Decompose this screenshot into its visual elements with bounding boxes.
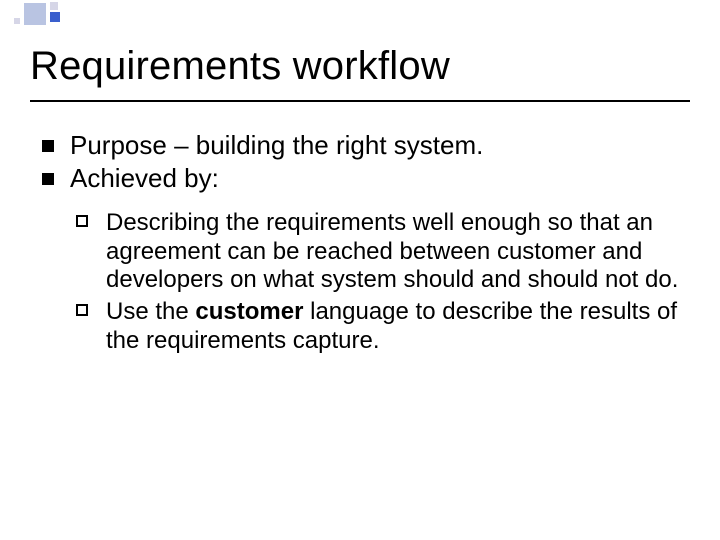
bullet-text: Purpose – building the right system.: [70, 130, 483, 160]
sub-bullets: Describing the requirements well enough …: [40, 209, 680, 355]
bullet-text: Achieved by:: [70, 163, 219, 193]
bullet-level1: Purpose – building the right system.: [40, 130, 680, 161]
hollow-square-bullet-icon: [76, 304, 88, 316]
square-bullet-icon: [42, 140, 54, 152]
slide-title: Requirements workflow: [30, 44, 690, 89]
title-underline: [30, 100, 690, 102]
corner-decoration: [0, 0, 96, 28]
bullet-level1: Achieved by:: [40, 163, 680, 194]
square-bullet-icon: [42, 173, 54, 185]
hollow-square-bullet-icon: [76, 215, 88, 227]
bullet-level2: Use the customer language to describe th…: [40, 298, 680, 355]
slide: Requirements workflow Purpose – building…: [0, 0, 720, 540]
slide-body: Purpose – building the right system. Ach…: [40, 130, 680, 359]
bullet-text: Describing the requirements well enough …: [106, 209, 678, 293]
bullet-text: Use the customer language to describe th…: [106, 298, 677, 353]
bullet-level2: Describing the requirements well enough …: [40, 209, 680, 294]
